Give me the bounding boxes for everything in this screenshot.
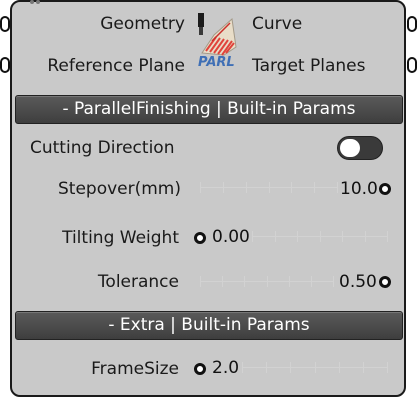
logo-text: PARL: [198, 55, 235, 69]
slider-tick: [244, 276, 245, 287]
slider-tick: [311, 276, 312, 287]
slider-tick: [291, 182, 292, 193]
tolerance-value: 0.50: [339, 272, 377, 292]
slider-tick: [266, 362, 267, 373]
slider-tick: [252, 231, 253, 242]
slider-tick: [200, 276, 201, 287]
slider-tick: [290, 362, 291, 373]
slider-tick: [365, 231, 366, 242]
input-geometry-plug[interactable]: [0, 16, 10, 32]
stepover-slider-grip[interactable]: [379, 183, 391, 195]
tilting-weight-slider-grip[interactable]: [194, 232, 206, 244]
slider-tick: [363, 362, 364, 373]
slider-tick: [314, 182, 315, 193]
tilting-weight-value: 0.00: [212, 227, 250, 247]
slider-tick: [339, 362, 340, 373]
frame-size-slider-track[interactable]: [242, 362, 388, 374]
slider-tick: [315, 362, 316, 373]
output-curve-label: Curve: [252, 14, 303, 34]
slider-tick: [275, 231, 276, 242]
slider-tick: [246, 182, 247, 193]
cutting-direction-toggle[interactable]: [337, 136, 383, 160]
input-reference-plane-plug[interactable]: [0, 57, 10, 73]
frame-size-label: FrameSize: [91, 359, 179, 379]
parl-logo-icon: PARL: [194, 11, 244, 70]
slider-tick: [222, 276, 223, 287]
input-reference-plane-label: Reference Plane: [47, 56, 185, 76]
tolerance-label: Tolerance: [97, 272, 179, 292]
stepover-value: 10.0: [340, 179, 378, 199]
output-curve-plug[interactable]: [407, 16, 417, 32]
slider-tick: [320, 231, 321, 242]
stepover-label: Stepover(mm): [57, 179, 181, 199]
slider-tick: [267, 276, 268, 287]
slider-tick: [337, 182, 338, 193]
tilting-weight-slider-track[interactable]: [252, 231, 388, 243]
frame-size-slider-grip[interactable]: [194, 363, 206, 375]
slider-tick: [200, 182, 201, 193]
cutting-direction-label: Cutting Direction: [30, 138, 175, 158]
stepover-slider-track[interactable]: [200, 182, 338, 194]
slider-tick: [387, 231, 388, 242]
tolerance-slider-track[interactable]: [200, 276, 334, 288]
slider-tick: [223, 182, 224, 193]
drag-grip[interactable]: [30, 0, 44, 6]
extra-section-header[interactable]: - Extra | Built-in Params: [15, 311, 403, 340]
slider-tick: [289, 276, 290, 287]
tilting-weight-label: Tilting Weight: [62, 228, 179, 248]
slider-tick: [297, 231, 298, 242]
tolerance-slider-grip[interactable]: [379, 276, 391, 288]
output-target-planes-label: Target Planes: [252, 56, 366, 76]
output-target-planes-plug[interactable]: [407, 57, 417, 73]
slider-tick: [242, 362, 243, 373]
frame-size-value: 2.0: [212, 358, 240, 378]
slider-tick: [342, 231, 343, 242]
slider-tick: [269, 182, 270, 193]
slider-tick: [333, 276, 334, 287]
parallel-finishing-section-header[interactable]: - ParallelFinishing | Built-in Params: [15, 95, 403, 124]
toggle-knob: [340, 138, 360, 157]
input-geometry-label: Geometry: [100, 14, 185, 34]
slider-tick: [387, 362, 388, 373]
